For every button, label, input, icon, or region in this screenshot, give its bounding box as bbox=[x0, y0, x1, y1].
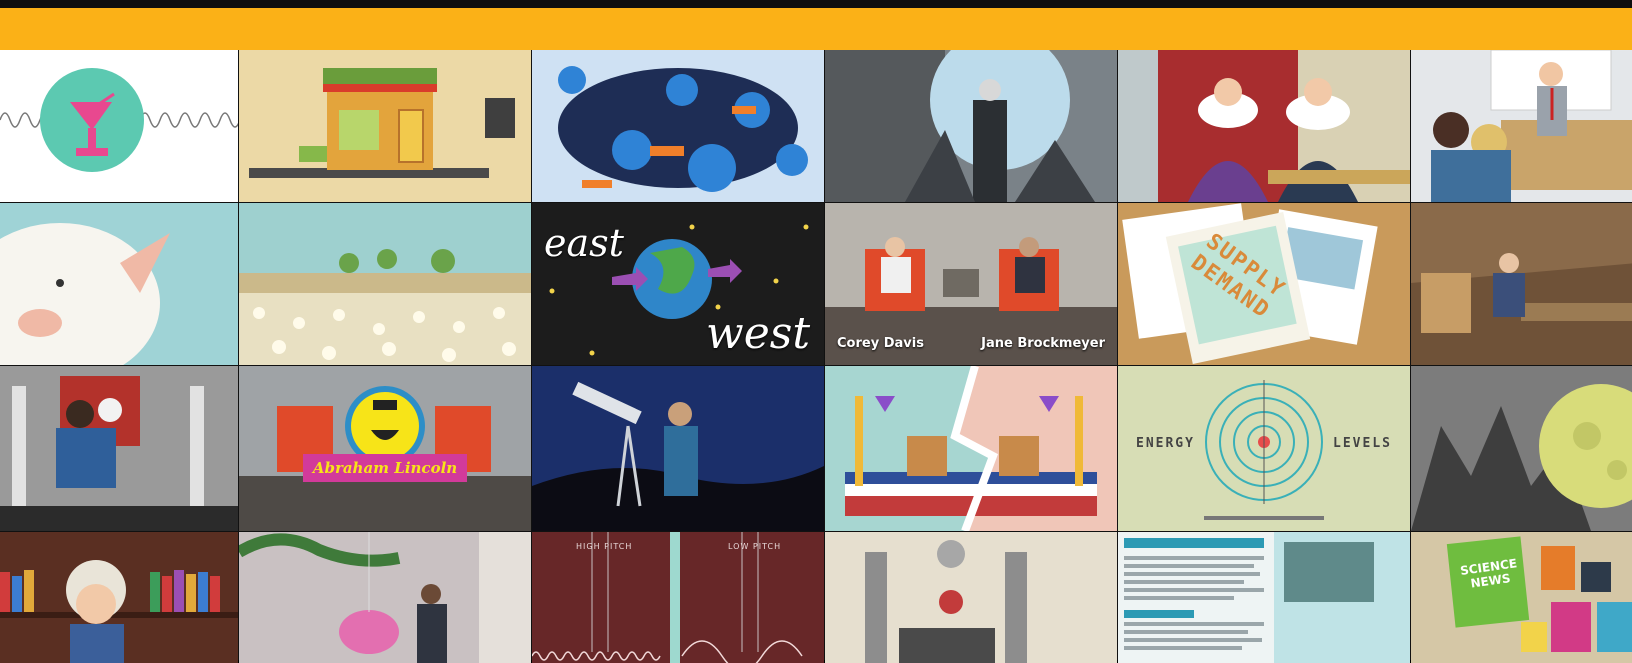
header-banner bbox=[0, 8, 1632, 50]
tile-pitch-strings[interactable]: HIGH PITCH LOW PITCH bbox=[532, 532, 824, 663]
lincoln-ribbon-text: Abraham Lincoln bbox=[312, 459, 458, 477]
tile-science-news-board[interactable]: SCIENCE NEWS bbox=[1411, 532, 1632, 663]
energy-word: ENERGY bbox=[1136, 436, 1195, 451]
west-word: west bbox=[706, 308, 810, 359]
tile-meeting-presentation[interactable] bbox=[1411, 50, 1632, 202]
left-name-caption: Corey Davis bbox=[837, 336, 924, 351]
tile-molecules-in-clouds[interactable] bbox=[532, 50, 824, 202]
tile-lemonade-stand[interactable] bbox=[239, 50, 531, 202]
low-pitch-label: LOW PITCH bbox=[728, 542, 782, 551]
levels-word: LEVELS bbox=[1333, 436, 1392, 451]
tile-lincoln-talk-show[interactable]: Abraham Lincoln bbox=[239, 366, 531, 531]
right-name-caption: Jane Brockmeyer bbox=[981, 336, 1105, 351]
east-word: east bbox=[544, 221, 624, 265]
tile-article-page[interactable] bbox=[1118, 532, 1410, 663]
tile-supply-demand[interactable]: SUPPLY DEMAND bbox=[1118, 203, 1410, 365]
tile-white-goat[interactable] bbox=[0, 203, 238, 365]
tile-telescope-night[interactable] bbox=[532, 366, 824, 531]
tile-queens-ruffs[interactable] bbox=[1118, 50, 1410, 202]
tile-columns-desk[interactable] bbox=[825, 532, 1117, 663]
tile-moon-engraving[interactable] bbox=[1411, 366, 1632, 531]
tile-cotton-field[interactable] bbox=[239, 203, 531, 365]
tile-talk-show[interactable]: Corey Davis Jane Brockmeyer bbox=[825, 203, 1117, 365]
high-pitch-label: HIGH PITCH bbox=[576, 542, 633, 551]
tile-castle-musician[interactable] bbox=[0, 366, 238, 531]
thumbnail-grid: east west Corey Davis Jane Brockmeyer SU… bbox=[0, 50, 1632, 663]
tile-east-west-globe[interactable]: east west bbox=[532, 203, 824, 365]
top-edge-bar bbox=[0, 0, 1632, 8]
tile-radio-telescope-wave[interactable] bbox=[0, 50, 238, 202]
tile-library-portrait[interactable] bbox=[0, 532, 238, 663]
tile-engraving-speaker[interactable] bbox=[825, 50, 1117, 202]
tile-ship-cabin[interactable] bbox=[1411, 203, 1632, 365]
tile-debate-stage[interactable] bbox=[825, 366, 1117, 531]
lincoln-ribbon: Abraham Lincoln bbox=[303, 454, 467, 482]
tile-puppet-brain[interactable] bbox=[239, 532, 531, 663]
tile-energy-levels[interactable]: ENERGY LEVELS bbox=[1118, 366, 1410, 531]
